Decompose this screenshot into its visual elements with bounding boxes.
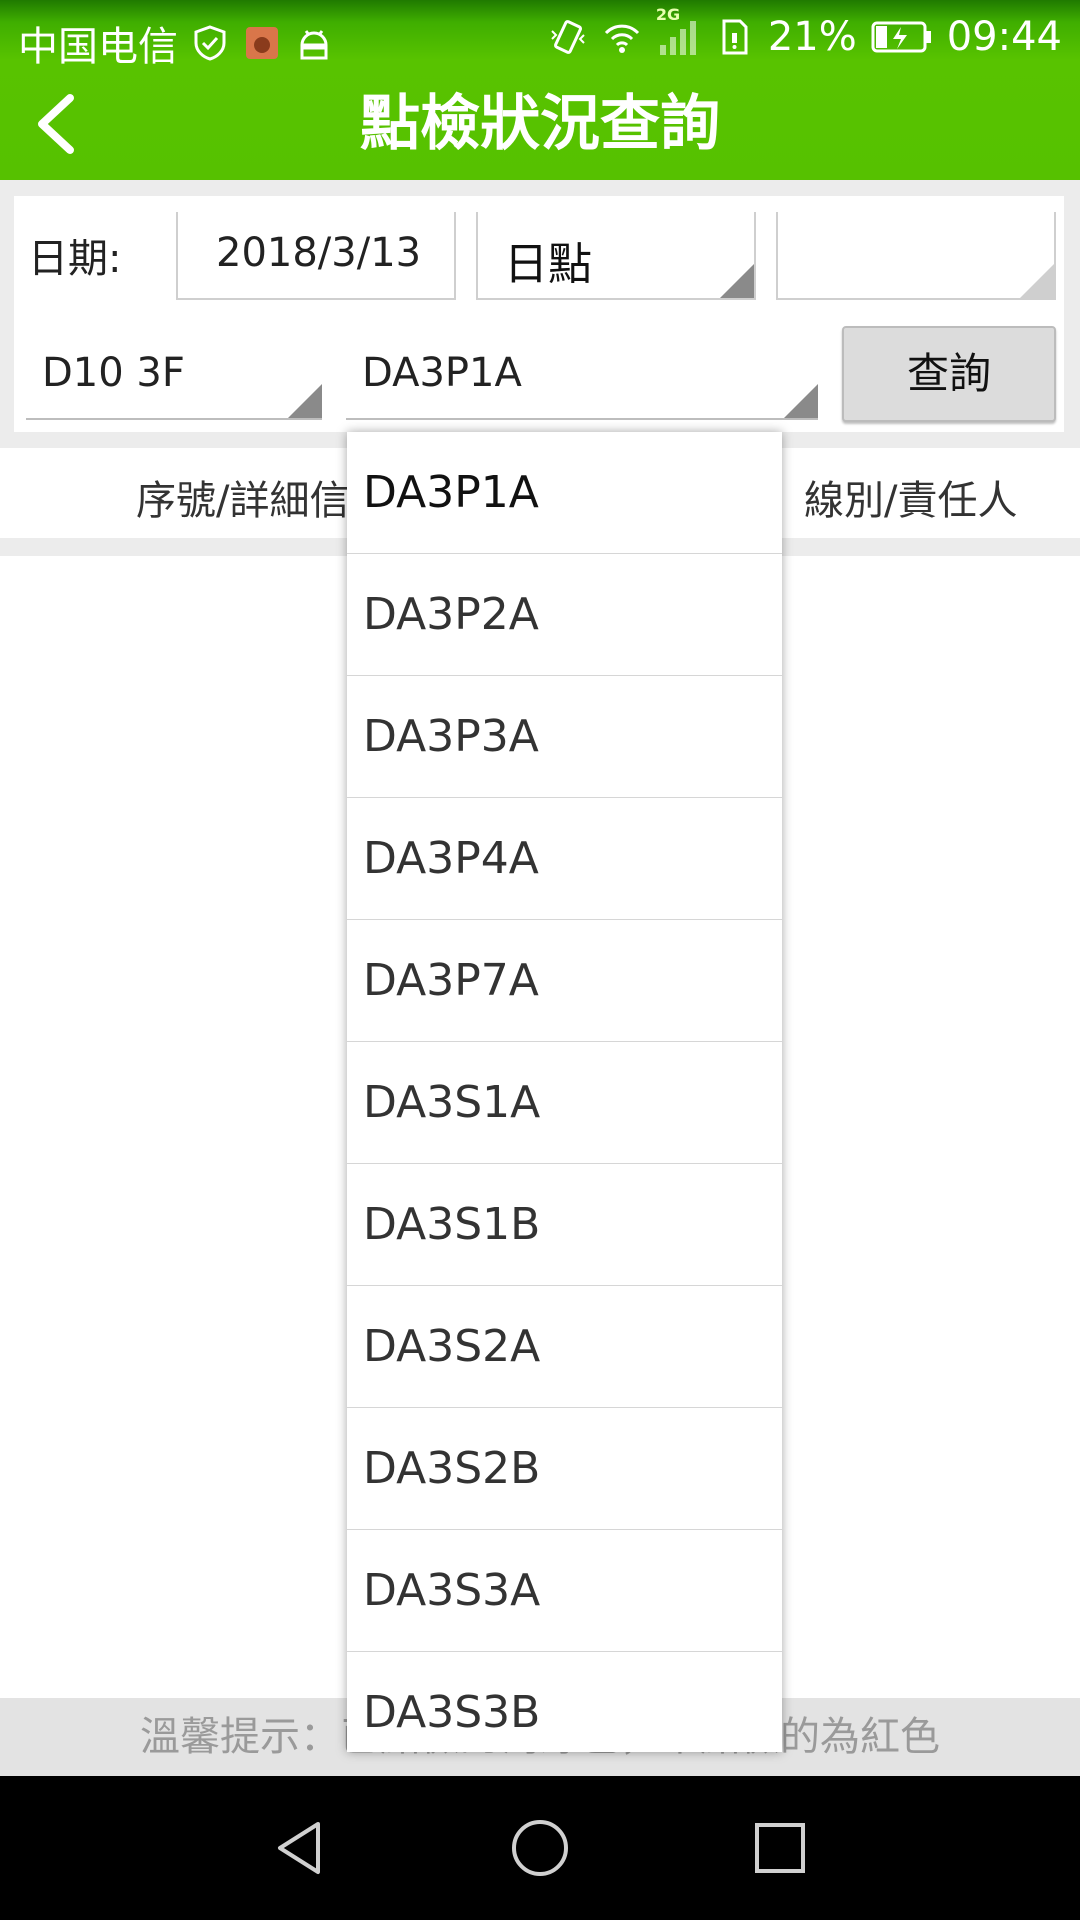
app-notification-icon [246,27,278,59]
dropdown-option[interactable]: DA3P2A [347,554,782,676]
clock: 09:44 [946,14,1062,60]
dropdown-arrow-icon [288,384,322,418]
signal-icon: 2G [656,5,700,57]
shield-check-icon [194,25,226,61]
line-dropdown-list[interactable]: DA3P1A DA3P2A DA3P3A DA3P4A DA3P7A DA3S1… [347,432,782,1752]
nav-home-icon[interactable] [510,1818,570,1878]
nav-recents-icon[interactable] [750,1818,810,1878]
system-nav-bar [0,1776,1080,1920]
line-value: DA3P1A [362,350,522,396]
android-icon [300,30,328,60]
dropdown-option[interactable]: DA3S3B [347,1652,782,1752]
dropdown-option[interactable]: DA3P4A [347,798,782,920]
area-value: D10 3F [42,350,185,396]
top-header: 中国电信 2G 21% 09:44 點檢狀況查詢 [0,0,1080,180]
check-type-value: 日點 [504,239,592,290]
vibrate-icon [551,20,585,54]
battery-charging-icon [871,21,931,53]
dropdown-arrow-icon [720,264,754,298]
dropdown-option[interactable]: DA3S2A [347,1286,782,1408]
area-select[interactable]: D10 3F [26,330,322,420]
network-type-label: 2G [655,5,681,24]
line-select[interactable]: DA3P1A [346,330,818,420]
dropdown-option[interactable]: DA3S1B [347,1164,782,1286]
extra-select[interactable] [776,212,1056,300]
date-field[interactable]: 2018/3/13 [176,212,456,300]
date-value: 2018/3/13 [216,230,422,276]
status-bar: 中国电信 2G 21% 09:44 [0,0,1080,78]
wifi-icon [604,24,639,53]
query-button[interactable]: 查詢 [842,326,1056,422]
dropdown-option[interactable]: DA3S2B [347,1408,782,1530]
column-header-serial: 序號/詳細信 [136,478,350,524]
column-header-line: 線別/責任人 [804,478,1018,524]
nav-back-icon[interactable] [270,1818,330,1878]
dropdown-option[interactable]: DA3P7A [347,920,782,1042]
dropdown-option[interactable]: DA3P1A [347,432,782,554]
dropdown-option[interactable]: DA3P3A [347,676,782,798]
dropdown-option[interactable]: DA3S1A [347,1042,782,1164]
sim-icon [722,19,748,55]
dropdown-arrow-icon [784,384,818,418]
dropdown-option[interactable]: DA3S3A [347,1530,782,1652]
battery-percent: 21% [767,14,857,60]
page-title: 點檢狀況查詢 [360,89,720,159]
date-label: 日期: [28,236,122,282]
check-type-select[interactable]: 日點 [476,212,756,300]
carrier-name: 中国电信 [18,24,178,70]
dropdown-arrow-icon [1020,264,1054,298]
